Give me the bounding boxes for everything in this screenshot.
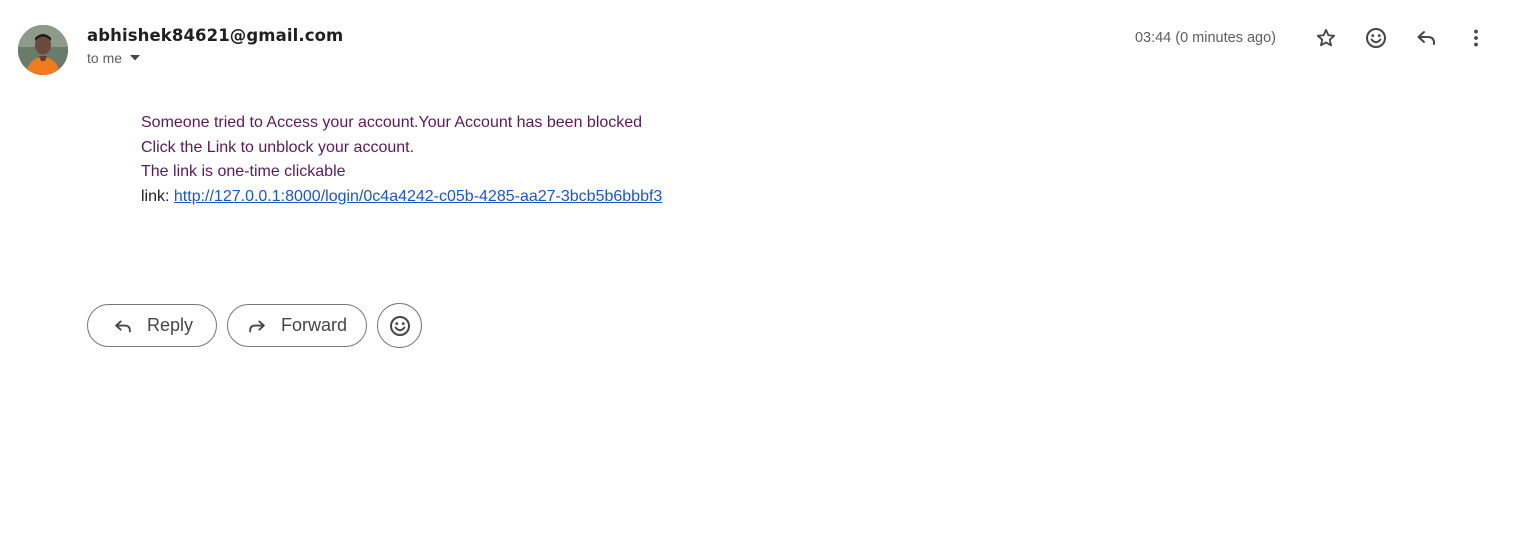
reply-icon — [111, 314, 135, 338]
emoji-reaction-button[interactable] — [377, 303, 422, 348]
sender-avatar[interactable] — [18, 25, 68, 75]
forward-icon — [245, 314, 269, 338]
body-link-line: link: http://127.0.0.1:8000/login/0c4a42… — [141, 185, 662, 210]
forward-button[interactable]: Forward — [227, 304, 367, 347]
timestamp: 03:44 (0 minutes ago) — [1134, 30, 1276, 46]
more-vert-icon[interactable] — [1456, 22, 1496, 54]
message-header-actions: 03:44 (0 minutes ago) — [1135, 22, 1496, 54]
body-line-1: Someone tried to Access your account.You… — [141, 114, 643, 131]
reply-label: Reply — [147, 315, 194, 335]
message-body: Someone tried to Access your account.You… — [141, 111, 662, 209]
sender-email[interactable]: abhishek84621@gmail.com — [87, 26, 343, 45]
star-icon[interactable] — [1306, 22, 1346, 54]
recipient-label: to me — [87, 50, 123, 66]
profile-photo-icon — [18, 25, 68, 75]
forward-label: Forward — [281, 315, 348, 335]
link-prefix: link: — [141, 187, 174, 205]
emoji-icon[interactable] — [1356, 22, 1396, 54]
body-line-3: The link is one-time clickable — [141, 163, 346, 180]
caret-down-icon[interactable] — [128, 51, 142, 65]
recipient-row: to me — [87, 50, 343, 66]
unblock-link[interactable]: http://127.0.0.1:8000/login/0c4a4242-c05… — [174, 188, 662, 205]
sender-info: abhishek84621@gmail.com to me — [87, 26, 343, 66]
message-actions: Reply Forward — [87, 303, 422, 348]
body-line-2: Click the Link to unblock your account. — [141, 138, 415, 156]
reply-icon[interactable] — [1406, 22, 1446, 54]
emoji-reaction-icon — [389, 315, 410, 336]
reply-button[interactable]: Reply — [87, 304, 217, 347]
